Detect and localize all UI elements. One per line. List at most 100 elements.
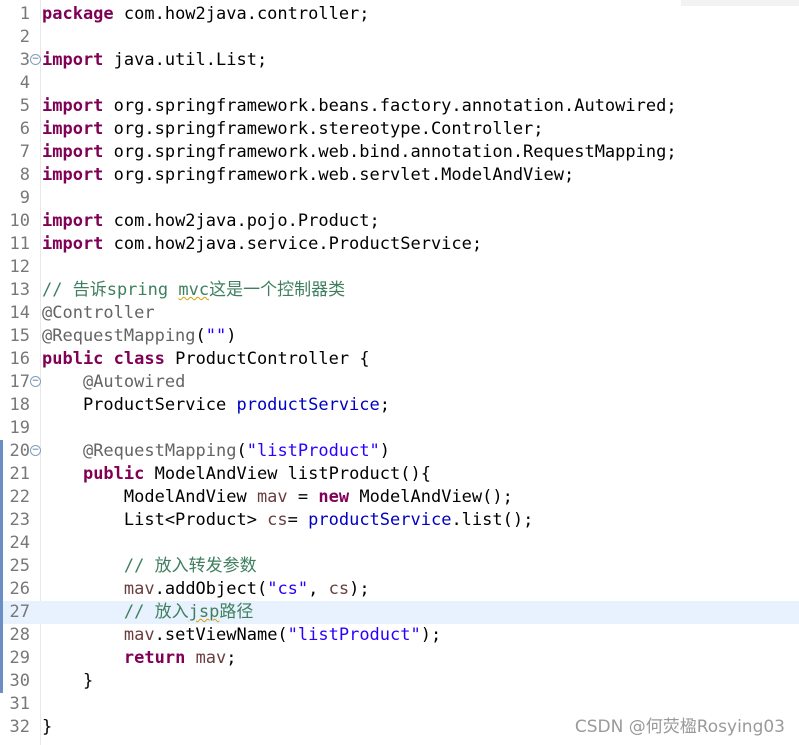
line-number: 23	[9, 510, 30, 530]
line-number: 21	[9, 464, 30, 484]
code-text: ModelAndView mav = new ModelAndView();	[42, 486, 513, 509]
code-token: @Autowired	[82, 372, 186, 392]
code-line[interactable]: 23 List<Product> cs= productService.list…	[0, 509, 799, 532]
line-number: 2	[19, 27, 30, 47]
code-token: .setViewName(	[154, 625, 288, 645]
line-number: 31	[9, 694, 30, 714]
code-token: ModelAndView listProduct(){	[144, 464, 431, 484]
fold-collapse-icon[interactable]: −	[30, 376, 41, 387]
code-line[interactable]: 18 ProductService productService;	[0, 394, 799, 417]
code-line[interactable]: 25 // 放入转发参数	[0, 555, 799, 578]
line-number: 27	[9, 602, 30, 622]
code-token: (	[195, 326, 206, 346]
code-line[interactable]: 22 ModelAndView mav = new ModelAndView()…	[0, 486, 799, 509]
line-number: 22	[9, 487, 30, 507]
code-token: mav	[256, 487, 288, 507]
code-line[interactable]: 8 import org.springframework.web.servlet.…	[0, 164, 799, 187]
code-line[interactable]: 20− @RequestMapping("listProduct")	[0, 440, 799, 463]
code-token: org.springframework.web.bind.annotation.…	[103, 142, 677, 162]
code-text: import com.how2java.service.ProductServi…	[42, 233, 482, 256]
code-token: productService	[236, 395, 380, 415]
line-number: 28	[9, 625, 30, 645]
code-line[interactable]: 24	[0, 532, 799, 555]
code-token: jsp	[188, 602, 220, 622]
code-token: 路径	[219, 602, 254, 622]
line-number: 1	[19, 4, 30, 24]
code-line[interactable]: 7 import org.springframework.web.bind.ann…	[0, 141, 799, 164]
scrollbar-edge[interactable]	[681, 0, 799, 6]
code-line[interactable]: 9	[0, 187, 799, 210]
code-token: ModelAndView	[42, 487, 257, 507]
code-line[interactable]: 19	[0, 417, 799, 440]
code-line[interactable]: 6 import org.springframework.stereotype.C…	[0, 118, 799, 141]
code-line[interactable]: 1 package com.how2java.controller;	[0, 3, 799, 26]
code-line[interactable]: 3− import java.util.List;	[0, 49, 799, 72]
code-token: ;	[226, 648, 237, 668]
code-token: org.springframework.stereotype.Controlle…	[103, 119, 544, 139]
code-token: mav	[195, 648, 227, 668]
code-text: mav.addObject("cs", cs);	[42, 578, 370, 601]
code-line[interactable]: 11 import com.how2java.service.ProductSer…	[0, 233, 799, 256]
code-line[interactable]: 12	[0, 256, 799, 279]
code-token: );	[349, 579, 370, 599]
code-text: package com.how2java.controller;	[42, 3, 370, 26]
code-text: mav.setViewName("listProduct");	[42, 624, 441, 647]
code-text: @RequestMapping("")	[42, 325, 237, 348]
code-line[interactable]: 15 @RequestMapping("")	[0, 325, 799, 348]
code-line[interactable]: 14 @Controller	[0, 302, 799, 325]
code-line[interactable]: 16 public class ProductController {	[0, 348, 799, 371]
code-token: import	[42, 96, 104, 116]
fold-collapse-icon[interactable]: −	[30, 54, 41, 65]
code-token: class	[113, 349, 165, 369]
code-token: productService	[308, 510, 452, 530]
code-text: // 放入转发参数	[42, 555, 257, 578]
code-editor[interactable]: 1 package com.how2java.controller; 2 3− impo…	[0, 0, 799, 745]
line-number: 12	[9, 257, 30, 277]
code-line[interactable]: 13 // 告诉spring mvc这是一个控制器类	[0, 279, 799, 302]
code-line[interactable]: 17− @Autowired	[0, 371, 799, 394]
code-token: org.springframework.beans.factory.annota…	[103, 96, 677, 116]
code-token: import	[42, 50, 104, 70]
line-number: 13	[9, 280, 30, 300]
code-token: 这是一个控制器类	[209, 280, 346, 300]
line-number: 25	[9, 556, 30, 576]
code-line[interactable]: 21 public ModelAndView listProduct(){	[0, 463, 799, 486]
code-token: import	[42, 142, 104, 162]
code-line[interactable]: 2	[0, 26, 799, 49]
code-token: ;	[379, 395, 391, 415]
code-token: )	[379, 441, 391, 461]
code-token: import	[42, 119, 104, 139]
code-token: mav	[123, 579, 155, 599]
code-line[interactable]: 27 // 放入jsp路径	[0, 601, 799, 624]
code-token: import	[42, 211, 104, 231]
code-token: ""	[205, 326, 227, 346]
code-line[interactable]: 5 import org.springframework.beans.factor…	[0, 95, 799, 118]
line-number: 18	[9, 395, 30, 415]
code-line[interactable]: 30 }	[0, 670, 799, 693]
code-text: List<Product> cs= productService.list();	[42, 509, 533, 532]
code-text: // 告诉spring mvc这是一个控制器类	[42, 279, 345, 302]
code-line[interactable]: 26 mav.addObject("cs", cs);	[0, 578, 799, 601]
code-token: ModelAndView();	[349, 487, 513, 507]
code-text: import org.springframework.web.servlet.M…	[42, 164, 574, 187]
code-line[interactable]: 29 return mav;	[0, 647, 799, 670]
line-number: 30	[9, 671, 30, 691]
code-token: @Controller	[42, 303, 155, 323]
code-line[interactable]: 28 mav.setViewName("listProduct");	[0, 624, 799, 647]
fold-collapse-icon[interactable]: −	[30, 445, 41, 456]
code-line[interactable]: 4	[0, 72, 799, 95]
line-number: 6	[19, 119, 30, 139]
line-number: 26	[9, 579, 30, 599]
code-text: import com.how2java.pojo.Product;	[42, 210, 380, 233]
code-text: import java.util.List;	[42, 49, 267, 72]
code-token: // 放入	[123, 602, 189, 622]
code-line[interactable]: 10 import com.how2java.pojo.Product;	[0, 210, 799, 233]
code-token: .list();	[451, 510, 534, 530]
code-token: @RequestMapping	[82, 441, 237, 461]
